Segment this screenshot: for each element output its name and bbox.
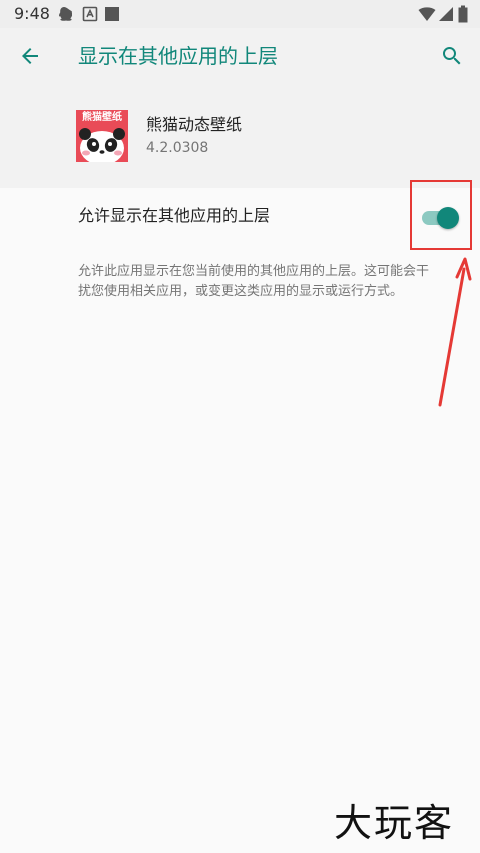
watermark: 大玩客 bbox=[334, 801, 455, 845]
annotation-arrow-icon bbox=[438, 257, 472, 407]
signal-icon bbox=[438, 5, 454, 27]
wifi-icon bbox=[418, 5, 436, 27]
qq-icon bbox=[56, 6, 73, 22]
app-icon: 熊猫壁纸 bbox=[76, 110, 128, 162]
square-icon bbox=[104, 6, 120, 22]
setting-label: 允许显示在其他应用的上层 bbox=[78, 206, 271, 225]
page-title: 显示在其他应用的上层 bbox=[78, 44, 278, 68]
battery-icon bbox=[458, 5, 468, 27]
search-icon bbox=[443, 47, 461, 65]
annotation-highlight-box bbox=[410, 180, 472, 250]
overlay-permission-setting[interactable]: 允许显示在其他应用的上层 bbox=[0, 188, 480, 248]
status-bar: 9:48 bbox=[0, 0, 480, 28]
notification-box-icon bbox=[82, 6, 98, 22]
search-button[interactable] bbox=[434, 38, 470, 74]
app-header: 熊猫壁纸 熊猫动态壁纸 4.2.0308 bbox=[0, 84, 480, 188]
back-button[interactable] bbox=[12, 38, 48, 74]
setting-description: 允许此应用显示在您当前使用的其他应用的上层。这可能会干扰您使用相关应用，或变更这… bbox=[78, 264, 430, 299]
status-time: 9:48 bbox=[14, 4, 50, 23]
app-bar: 显示在其他应用的上层 bbox=[0, 28, 480, 84]
app-version: 4.2.0308 bbox=[146, 140, 209, 156]
panda-icon bbox=[79, 128, 125, 162]
app-name: 熊猫动态壁纸 bbox=[146, 115, 243, 134]
arrow-left-icon bbox=[22, 48, 38, 64]
